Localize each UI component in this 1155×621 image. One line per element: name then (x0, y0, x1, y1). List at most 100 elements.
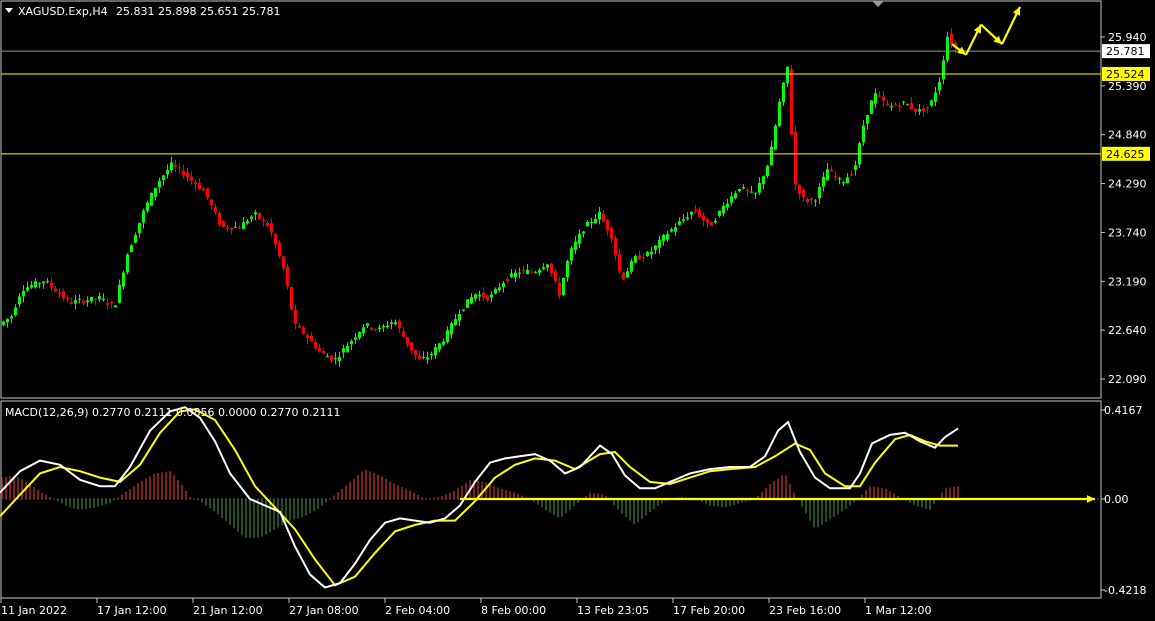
price-tick-label: 25.390 (1108, 80, 1147, 93)
time-tick-label: 8 Feb 00:00 (481, 604, 546, 617)
candle-body (550, 263, 553, 273)
candle-body (482, 292, 485, 298)
candle-body (138, 222, 141, 233)
candle-body (750, 191, 753, 193)
candle-body (490, 294, 493, 298)
candle-body (918, 109, 921, 112)
candle-body (718, 210, 721, 216)
candle-body (78, 299, 81, 301)
candle-body (346, 345, 349, 353)
candle-body (822, 176, 825, 187)
candle-body (626, 271, 629, 278)
trading-chart[interactable]: 25.52424.62525.781 25.94025.39024.84024.… (0, 0, 1155, 621)
candle-body (842, 182, 845, 184)
candle-body (650, 251, 653, 255)
candle-body (618, 253, 621, 272)
chart-shift-marker-icon[interactable] (872, 1, 884, 7)
candle-body (42, 281, 45, 284)
candle-body (578, 233, 581, 244)
candle-body (898, 105, 901, 107)
candle-body (366, 323, 369, 326)
candle-body (38, 283, 41, 285)
candle-body (862, 125, 865, 143)
candle-body (282, 256, 285, 269)
candle-body (46, 281, 49, 283)
candle-body (870, 100, 873, 114)
candle-body (734, 193, 737, 199)
candle-body (402, 331, 405, 337)
candle-body (558, 282, 561, 296)
candle-body (638, 255, 641, 259)
candle-body (186, 172, 189, 178)
candle-body (598, 211, 601, 220)
candle-body (302, 327, 305, 334)
candle-body (722, 205, 725, 214)
candle-body (522, 269, 525, 271)
macd-zero-arrow-head (1086, 495, 1095, 503)
candle-body (694, 209, 697, 212)
price-tick-label: 24.290 (1108, 178, 1147, 191)
candle-body (338, 357, 341, 361)
candle-body (834, 175, 837, 177)
candle-body (770, 146, 773, 166)
price-tick-label: 23.740 (1108, 226, 1147, 239)
candle-body (242, 222, 245, 230)
candle-body (782, 82, 785, 102)
candle-body (414, 349, 417, 355)
candle-body (586, 221, 589, 227)
candle-body (830, 169, 833, 171)
candle-body (894, 104, 897, 106)
time-tick-label: 27 Jan 08:00 (289, 604, 359, 617)
candle-body (878, 95, 881, 97)
level-price-label: 24.625 (1106, 148, 1145, 161)
macd-indicator-label: MACD(12,26,9) 0.2770 0.2111 0.0856 0.000… (5, 406, 340, 419)
current-price-label: 25.781 (1106, 45, 1145, 58)
candle-body (950, 33, 953, 44)
candle-body (902, 101, 905, 103)
candle-body (322, 351, 325, 353)
candle-body (682, 219, 685, 221)
candle-body (22, 290, 25, 297)
symbol-menu-icon[interactable] (5, 8, 13, 13)
candle-body (154, 187, 157, 197)
candle-body (914, 108, 917, 112)
candle-body (390, 322, 393, 324)
candle-body (106, 303, 109, 305)
time-tick-label: 13 Feb 23:05 (577, 604, 649, 617)
candle-body (462, 309, 465, 311)
macd-tick-label: -0.4218 (1104, 584, 1146, 597)
candle-body (150, 192, 153, 206)
candle-body (214, 207, 217, 213)
candle-body (178, 167, 181, 169)
forecast-arrows (460, 6, 1095, 503)
candle-body (942, 60, 945, 80)
candle-body (418, 355, 421, 360)
candle-body (114, 305, 117, 308)
candle-body (478, 294, 481, 297)
macd-axis: 0.4167 0.00 -0.4218 (1101, 404, 1146, 597)
candle-body (714, 220, 717, 223)
price-tick-label: 22.640 (1108, 324, 1147, 337)
candle-body (570, 248, 573, 261)
candle-body (306, 335, 309, 339)
candle-body (670, 229, 673, 232)
candle-body (706, 218, 709, 223)
candle-body (818, 186, 821, 199)
candle-body (34, 281, 37, 288)
candle-body (642, 257, 645, 259)
candle-body (394, 322, 397, 325)
candle-body (474, 294, 477, 299)
candle-body (802, 189, 805, 197)
candle-body (386, 325, 389, 328)
candle-body (854, 165, 857, 170)
candle-body (334, 358, 337, 360)
candle-body (514, 272, 517, 278)
candle-body (406, 336, 409, 345)
candle-body (666, 234, 669, 240)
candle-body (778, 101, 781, 126)
candle-body (910, 103, 913, 109)
candle-body (238, 227, 241, 229)
candle-body (362, 327, 365, 334)
candle-body (426, 357, 429, 360)
macd-lines (0, 406, 959, 589)
